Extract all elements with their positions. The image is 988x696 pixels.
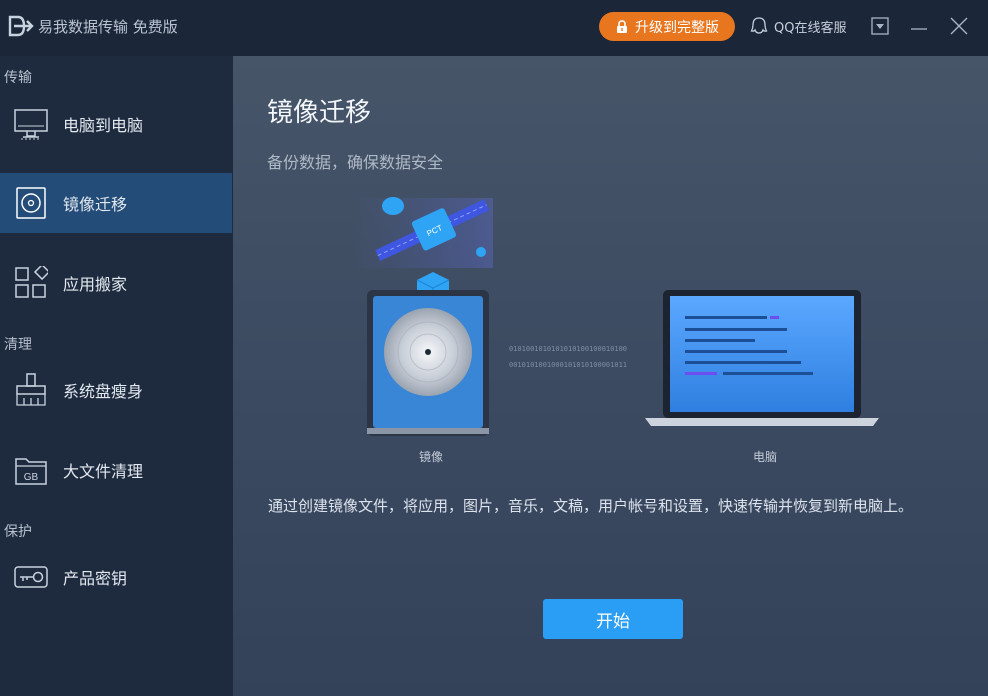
monitor-icon [14,107,48,141]
sidebar-item-label: 镜像迁移 [63,191,127,215]
key-icon [14,560,48,594]
disc-image-icon [14,186,48,220]
binary-stream-line: 0101001010101010100100010100 [509,345,627,353]
menu-dropdown-icon[interactable] [870,16,890,36]
sidebar-item-system-slim[interactable]: 系统盘瘦身 [0,360,232,420]
sidebar-item-label: 系统盘瘦身 [63,378,143,402]
close-icon[interactable] [949,16,969,36]
minimize-icon[interactable] [909,16,929,36]
sidebar-item-large-file-cleanup[interactable]: GB 大文件清理 [0,440,232,500]
binary-stream-line: 0010101001000101010100001011 [509,361,627,369]
qq-support-link[interactable]: QQ在线客服 [750,16,846,36]
sidebar-item-label: 产品密钥 [63,565,127,589]
sidebar-item-product-key[interactable]: 产品密钥 [0,547,232,607]
app-logo-icon [8,14,34,38]
broom-icon [14,373,48,407]
lock-icon [615,20,629,34]
section-label-cleanup: 清理 [4,334,32,354]
gb-folder-icon: GB [14,453,48,487]
sidebar: 传输 电脑到电脑 镜像迁移 应用搬家 清理 [0,56,232,696]
qq-icon [750,16,768,36]
computer-caption: 电脑 [753,450,777,464]
migration-illustration: PCT 0101001010101010100100010100 0010101… [353,192,893,472]
image-disc-device [367,290,489,436]
section-label-protect: 保护 [4,521,32,541]
satellite-icon: PCT [353,192,493,306]
sidebar-item-label: 大文件清理 [63,458,143,482]
svg-text:GB: GB [24,472,39,483]
title-bar: 易我数据传输 免费版 升级到完整版 QQ在线客服 [0,0,988,56]
laptop-icon [645,290,879,426]
sidebar-item-app-migration[interactable]: 应用搬家 [0,253,232,313]
upgrade-label: 升级到完整版 [635,17,719,37]
qq-support-label: QQ在线客服 [774,17,846,36]
app-title: 易我数据传输 免费版 [38,16,178,37]
apps-grid-icon [14,266,48,300]
sidebar-item-pc-to-pc[interactable]: 电脑到电脑 [0,94,232,154]
description-text: 通过创建镜像文件，将应用，图片，音乐，文稿，用户帐号和设置，快速传输并恢复到新电… [268,495,913,516]
sidebar-item-label: 应用搬家 [63,271,127,295]
start-button[interactable]: 开始 [543,599,683,639]
page-title: 镜像迁移 [267,92,371,129]
main-panel: 镜像迁移 备份数据，确保数据安全 PC [233,56,988,696]
upgrade-button[interactable]: 升级到完整版 [599,12,735,41]
sidebar-item-image-migration[interactable]: 镜像迁移 [0,173,232,233]
image-caption: 镜像 [419,449,443,464]
sidebar-item-label: 电脑到电脑 [63,112,143,136]
page-subtitle: 备份数据，确保数据安全 [267,149,443,173]
section-label-transfer: 传输 [4,67,32,87]
